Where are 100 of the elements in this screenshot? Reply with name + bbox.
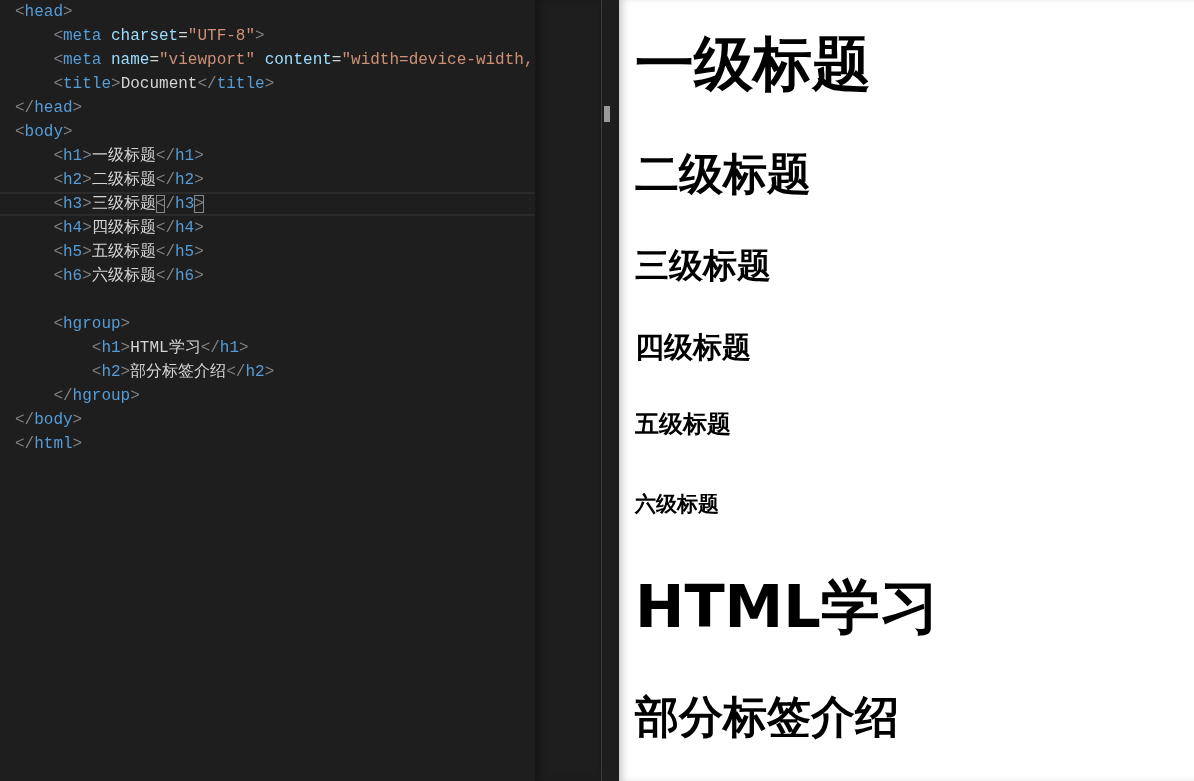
tag-name: h1	[175, 147, 195, 165]
code-text: 五级标题	[91, 243, 156, 261]
tag-name: title	[63, 75, 111, 93]
code-text: Document	[120, 75, 198, 93]
code-bracket: >	[120, 315, 131, 333]
tag-name: h5	[63, 243, 83, 261]
code-bracket: >	[82, 219, 92, 237]
heading: HTML学习	[635, 573, 939, 641]
heading: 部分标签介绍	[635, 692, 899, 743]
attribute-name: charset	[111, 27, 179, 45]
heading: 四级标题	[635, 331, 751, 365]
tag-name: h2	[175, 171, 195, 189]
code-bracket: >	[82, 171, 92, 189]
code-bracket: <	[15, 123, 25, 141]
code-bracket: </	[200, 339, 220, 357]
code-bracket: >	[82, 147, 92, 165]
code-text: =	[178, 27, 188, 45]
code-bracket: </	[155, 147, 175, 165]
code-bracket: >	[82, 243, 92, 261]
heading: 一级标题	[635, 30, 871, 98]
code-bracket: </	[15, 99, 35, 117]
tag-name: h6	[175, 267, 195, 285]
code-bracket: </	[226, 363, 246, 381]
code-text: HTML学习	[130, 339, 201, 357]
code-bracket: >	[82, 267, 92, 285]
tag-name: body	[34, 411, 73, 429]
code-bracket: </	[53, 387, 73, 405]
code-text: 六级标题	[91, 267, 156, 285]
code-text: 二级标题	[91, 171, 156, 189]
code-bracket: >	[130, 387, 140, 405]
attribute-name: content	[264, 51, 332, 69]
heading: 六级标题	[635, 491, 719, 517]
tag-name: h5	[175, 243, 195, 261]
tag-name: head	[34, 99, 73, 117]
code-text: 四级标题	[91, 219, 156, 237]
tag-name: head	[24, 3, 63, 21]
tag-name: h1	[219, 339, 240, 357]
code-bracket: >	[194, 147, 204, 165]
code-bracket: >	[63, 123, 73, 141]
code-text: =	[331, 51, 342, 69]
code-bracket: >	[194, 267, 204, 285]
code-bracket: </	[155, 171, 175, 189]
code-text: =	[149, 51, 159, 69]
code-bracket: <	[53, 243, 63, 261]
code-bracket: </	[155, 243, 175, 261]
code-bracket: <	[53, 267, 63, 285]
tag-name: h4	[175, 219, 195, 237]
tag-name: meta	[63, 27, 102, 45]
code-bracket: </	[155, 219, 175, 237]
code-bracket: <	[53, 171, 63, 189]
heading: 五级标题	[635, 411, 731, 439]
attribute-name: name	[111, 51, 150, 69]
tag-name: h6	[63, 267, 83, 285]
code-bracket: >	[72, 411, 83, 429]
tag-name: h1	[63, 147, 83, 165]
code-bracket: >	[72, 99, 83, 117]
code-bracket: </	[15, 411, 35, 429]
tag-name: h4	[63, 219, 83, 237]
code-bracket: >	[63, 3, 73, 21]
code-bracket: >	[264, 363, 275, 381]
code-bracket: <	[53, 51, 63, 69]
code-bracket: >	[194, 243, 204, 261]
code-text: 一级标题	[91, 147, 156, 165]
code-bracket: </	[197, 75, 217, 93]
code-bracket: >	[72, 435, 83, 453]
tag-name: hgroup	[63, 315, 121, 333]
code-bracket: >	[264, 75, 275, 93]
heading: 三级标题	[635, 246, 771, 286]
code-bracket: >	[82, 195, 92, 213]
code-bracket: >	[194, 219, 204, 237]
code-bracket: <	[53, 315, 63, 333]
code-bracket: <	[53, 195, 63, 213]
tag-name: h3	[63, 195, 83, 213]
code-text: 部分标签介绍	[130, 363, 227, 381]
code-text: 三级标题	[91, 195, 156, 213]
attribute-value: "width=device-width,	[341, 51, 534, 69]
attribute-value: "UTF-8"	[187, 27, 256, 45]
code-bracket: <	[91, 363, 102, 381]
code-bracket: <	[53, 147, 63, 165]
attribute-value: "viewport"	[159, 51, 256, 69]
code-bracket: <	[53, 219, 63, 237]
code-bracket: <	[53, 27, 63, 45]
code-bracket: <	[53, 75, 63, 93]
tag-name: h3	[175, 195, 195, 213]
tag-name: hgroup	[72, 387, 131, 405]
code-bracket: >	[111, 75, 121, 93]
code-bracket: <	[15, 3, 25, 21]
code-bracket: >	[120, 363, 131, 381]
tag-name: h2	[245, 363, 265, 381]
tag-name: title	[216, 75, 265, 93]
tag-name: h1	[101, 339, 121, 357]
code-bracket: >	[255, 27, 265, 45]
code-bracket: <	[91, 339, 102, 357]
code-bracket: </	[155, 267, 175, 285]
code-bracket: >	[239, 339, 249, 357]
tag-name: html	[34, 435, 73, 453]
tag-name: h2	[63, 171, 83, 189]
code-bracket: >	[120, 339, 131, 357]
code-bracket: </	[15, 435, 35, 453]
code-bracket: /	[165, 195, 176, 213]
